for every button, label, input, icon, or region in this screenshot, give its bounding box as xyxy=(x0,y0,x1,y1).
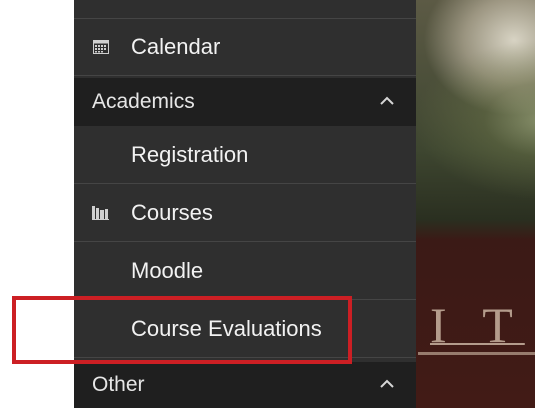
highlight-box xyxy=(12,296,352,364)
books-icon xyxy=(92,204,110,222)
background-rule xyxy=(418,352,535,355)
chevron-up-icon[interactable] xyxy=(378,375,396,393)
calendar-icon xyxy=(92,38,110,56)
menu-item-label: Registration xyxy=(131,141,249,167)
menu-item-label: Calendar xyxy=(131,33,221,59)
previous-item-edge xyxy=(74,0,416,19)
section-header-other[interactable]: Other xyxy=(74,362,416,408)
menu-item-label: Moodle xyxy=(131,257,204,283)
chevron-up-icon[interactable] xyxy=(378,92,396,110)
menu-item-label: Courses xyxy=(131,199,213,225)
menu-item-courses[interactable]: Courses xyxy=(74,184,416,242)
menu-item-registration[interactable]: Registration xyxy=(74,126,416,184)
section-header-academics[interactable]: Academics xyxy=(74,78,416,126)
menu-item-moodle[interactable]: Moodle xyxy=(74,242,416,300)
background-letters: I T xyxy=(430,297,525,353)
menu-item-calendar[interactable]: Calendar xyxy=(74,18,416,76)
section-label: Other xyxy=(92,373,145,396)
section-label: Academics xyxy=(92,90,195,113)
